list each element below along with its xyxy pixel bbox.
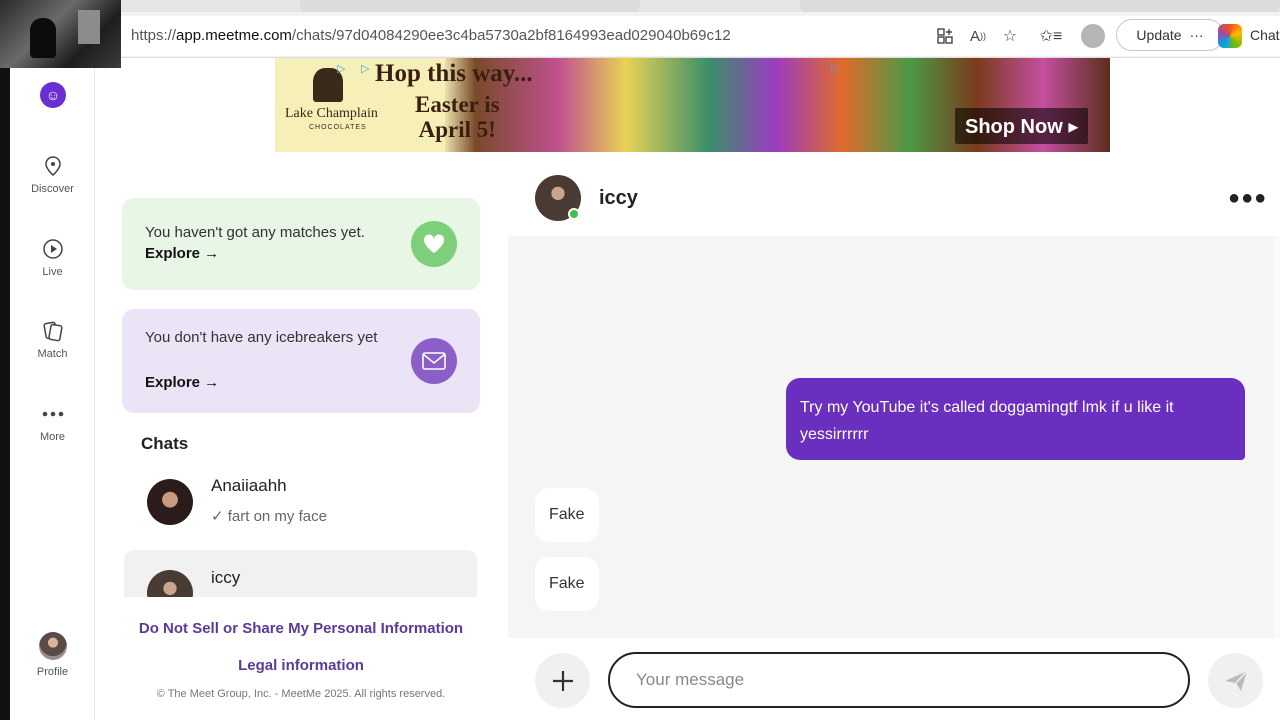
more-options-icon[interactable]: ●●●: [1228, 187, 1267, 210]
webcam-background-light: [78, 10, 100, 44]
ad-choices-icon[interactable]: ▷: [361, 62, 375, 76]
ad-choices-icon[interactable]: ▷: [337, 62, 351, 76]
meetme-logo-icon[interactable]: ☺: [40, 82, 66, 108]
chats-heading: Chats: [141, 434, 189, 453]
icebreakers-card: You don't have any icebreakers yet Explo…: [122, 309, 480, 413]
nav-discover[interactable]: Discover: [10, 155, 95, 195]
message-incoming: Fake: [535, 557, 599, 611]
message-outgoing: Try my YouTube it's called doggamingtf l…: [786, 378, 1245, 460]
update-label: Update: [1136, 27, 1182, 43]
legal-link[interactable]: Legal information: [122, 657, 480, 674]
nav-live-label: Live: [42, 266, 63, 278]
avatar: [147, 479, 193, 525]
nav-profile-label: Profile: [36, 666, 69, 678]
icebreakers-explore-link[interactable]: Explore →: [145, 374, 219, 391]
send-icon: [1224, 669, 1248, 691]
online-status-icon: [568, 208, 580, 220]
nav-more[interactable]: More: [10, 403, 95, 443]
chat-preview: ✓ fart on my face: [211, 508, 327, 525]
favorites-list-icon[interactable]: ✩≡: [1039, 24, 1063, 48]
ad-choices-icon[interactable]: ▷: [831, 62, 845, 76]
browser-tab[interactable]: [800, 0, 1280, 12]
send-button[interactable]: [1208, 653, 1263, 708]
add-attachment-button[interactable]: [535, 653, 590, 708]
ad-brand: Lake Champlain: [285, 106, 378, 121]
copyright: © The Meet Group, Inc. - MeetMe 2025. Al…: [156, 688, 446, 700]
copilot-chat-label[interactable]: Chat: [1250, 27, 1280, 43]
browser-tab[interactable]: [300, 0, 640, 12]
chat-list-item[interactable]: Anaiiaahh ✓ fart on my face: [124, 470, 477, 544]
ad-banner[interactable]: Lake Champlain CHOCOLATES ▷ ▷ ▷ Hop this…: [275, 58, 1110, 152]
nav-profile[interactable]: Profile: [10, 632, 95, 678]
matches-card-text: You haven't got any matches yet.: [145, 224, 365, 241]
nav-more-label: More: [39, 431, 66, 443]
url-scheme: https://: [131, 27, 177, 44]
conversation-header: iccy ●●●: [508, 170, 1280, 234]
location-pin-icon: [44, 156, 61, 176]
ad-subline: Easter is April 5!: [415, 92, 500, 142]
update-button[interactable]: Update ···: [1116, 19, 1224, 51]
ad-shop-now-button[interactable]: Shop Now ▸: [955, 108, 1089, 144]
message-incoming: Fake: [535, 488, 599, 542]
favorite-star-icon[interactable]: ☆: [998, 24, 1022, 48]
tab-strip: [120, 0, 1280, 12]
icebreakers-card-text: You don't have any icebreakers yet: [145, 329, 378, 346]
more-dots-icon: ···: [1189, 27, 1204, 43]
webcam-person: [30, 18, 56, 58]
nav-discover-label: Discover: [31, 183, 74, 195]
url-host: app.meetme.com: [176, 27, 292, 44]
chat-name: Anaiiaahh: [211, 476, 287, 495]
chat-name: iccy: [211, 568, 241, 587]
nav-live[interactable]: Live: [10, 238, 95, 278]
url-text[interactable]: https://app.meetme.com/chats/97d04084290…: [131, 27, 731, 44]
heart-icon: [411, 221, 457, 267]
envelope-icon: [411, 338, 457, 384]
copilot-icon[interactable]: [1218, 24, 1242, 48]
plus-icon: [552, 670, 573, 691]
rail-edge: [0, 58, 10, 720]
browser-profile-avatar[interactable]: [1081, 24, 1105, 48]
thread-scrollbar[interactable]: [1274, 236, 1280, 638]
nav-match-label: Match: [37, 348, 68, 360]
conversation-name[interactable]: iccy: [599, 187, 638, 210]
nav-match[interactable]: Match: [10, 320, 95, 360]
chat-list: Anaiiaahh ✓ fart on my face iccy: [120, 470, 482, 597]
read-aloud-icon[interactable]: A)): [966, 24, 990, 48]
play-circle-icon: [42, 239, 63, 259]
matches-card: You haven't got any matches yet. Explore…: [122, 198, 480, 290]
avatar: [147, 570, 193, 597]
ad-subline-1: Easter is: [415, 92, 500, 117]
ad-subline-2: April 5!: [418, 117, 496, 142]
webcam-overlay: [0, 0, 121, 68]
app-available-icon[interactable]: [933, 24, 957, 48]
privacy-link[interactable]: Do Not Sell or Share My Personal Informa…: [122, 620, 480, 637]
avatar: [38, 632, 67, 660]
address-bar[interactable]: https://app.meetme.com/chats/97d04084290…: [121, 16, 1280, 56]
browser-toolbar: https://app.meetme.com/chats/97d04084290…: [0, 0, 1280, 58]
cards-icon: [42, 321, 63, 342]
ad-headline: Hop this way...: [375, 60, 533, 87]
ad-brand-sub: CHOCOLATES: [309, 124, 367, 131]
matches-explore-link[interactable]: Explore →: [145, 245, 219, 262]
chat-list-item-active[interactable]: iccy: [124, 550, 477, 597]
message-input[interactable]: [608, 652, 1190, 708]
more-dots-icon: [42, 411, 63, 417]
url-path: /chats/97d04084290ee3c4ba5730a2bf8164993…: [291, 27, 731, 44]
